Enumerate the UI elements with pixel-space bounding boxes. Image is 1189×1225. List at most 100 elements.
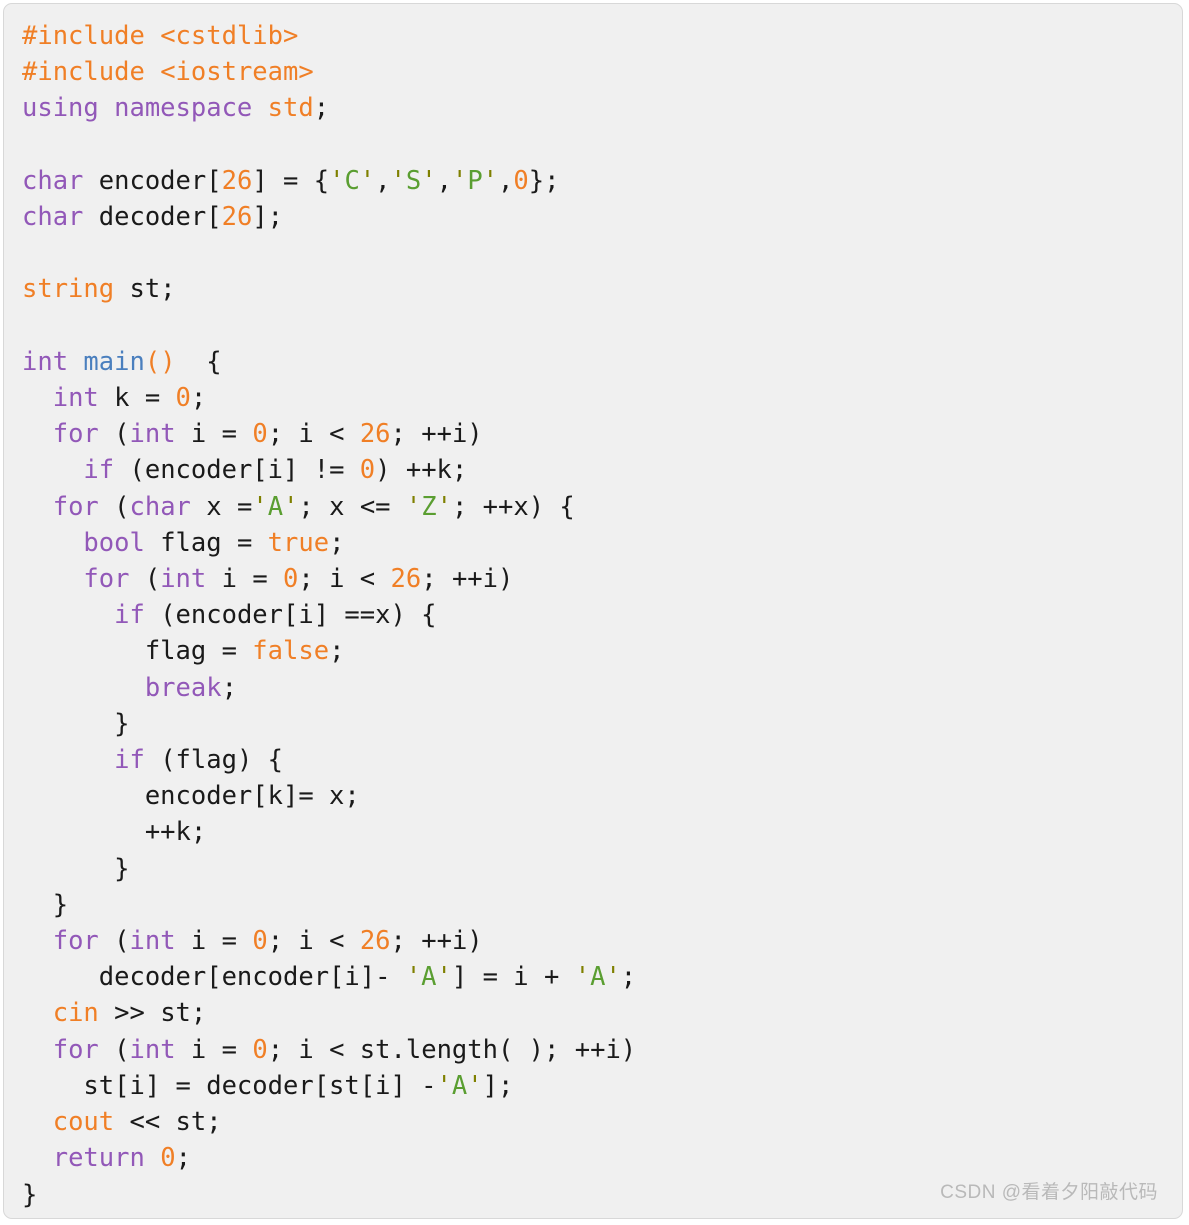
code-token-num: 0 bbox=[252, 926, 268, 957]
code-token-chrv: C bbox=[344, 165, 360, 196]
code-line: cin >> st; bbox=[22, 995, 1182, 1031]
code-line: } bbox=[22, 706, 1182, 742]
code-token-txt: ; bbox=[329, 636, 345, 667]
code-token-txt: ; i < st.length( ); ++i) bbox=[267, 1034, 637, 1065]
code-token-kw: for bbox=[52, 1034, 99, 1065]
code-token-txt: ; bbox=[221, 672, 237, 703]
code-block[interactable]: #include <cstdlib> #include <iostream> u… bbox=[4, 4, 1182, 1213]
code-line: for (int i = 0; i < 26; ++i) bbox=[22, 923, 1182, 959]
code-token-chr: ' bbox=[405, 962, 422, 993]
code-token-txt: } bbox=[22, 853, 130, 884]
watermark: CSDN @看着夕阳敲代码 bbox=[940, 1182, 1158, 1203]
code-token-num: 0 bbox=[252, 419, 268, 450]
code-token-txt: ] = i + bbox=[451, 962, 575, 993]
code-line: if (encoder[i] != 0) ++k; bbox=[22, 452, 1182, 488]
code-token-txt: ]; bbox=[482, 1070, 514, 1101]
code-token-txt: (encoder[i] ==x) { bbox=[144, 600, 437, 631]
code-token-chr: ' bbox=[329, 165, 345, 196]
code-token-txt: ; bbox=[190, 383, 207, 414]
code-line: flag = false; bbox=[22, 633, 1182, 669]
code-token-kw: int bbox=[129, 419, 176, 450]
code-token-kw: for bbox=[83, 564, 130, 595]
code-token-txt: ( bbox=[98, 926, 130, 957]
code-token-txt: x = bbox=[190, 491, 253, 522]
code-token-chr: ' bbox=[436, 491, 452, 522]
code-token-chrv: P bbox=[467, 165, 483, 196]
code-token-inc: <iostream> bbox=[160, 57, 314, 88]
code-token-chr: ' bbox=[252, 491, 268, 522]
code-line: char decoder[26]; bbox=[22, 199, 1182, 235]
code-token-kw: char bbox=[22, 165, 84, 196]
code-token-txt: ; x <= bbox=[298, 491, 406, 522]
code-token-chrv: A bbox=[451, 1070, 468, 1101]
code-token-chrv: A bbox=[421, 962, 437, 993]
code-token-txt: decoder[ bbox=[83, 202, 222, 233]
code-token-num: 26 bbox=[359, 926, 391, 957]
code-token-txt: encoder[k]= x; bbox=[22, 781, 360, 812]
code-token-txt: st; bbox=[114, 274, 176, 305]
code-token-num: 26 bbox=[359, 419, 391, 450]
code-line: using namespace std; bbox=[22, 90, 1182, 126]
code-token-kw: for bbox=[52, 926, 99, 957]
code-line: for (int i = 0; i < 26; ++i) bbox=[22, 416, 1182, 452]
code-token-kw: char bbox=[129, 491, 191, 522]
code-token-chr: ' bbox=[467, 1070, 483, 1101]
code-token-txt: ++k; bbox=[22, 817, 207, 848]
code-token-chrv: A bbox=[590, 962, 606, 993]
code-token-txt: } bbox=[22, 1179, 38, 1210]
code-token-type: string bbox=[22, 274, 115, 305]
code-line: for (int i = 0; i < st.length( ); ++i) bbox=[22, 1032, 1182, 1068]
code-token-fn: main bbox=[83, 346, 145, 377]
code-line: char encoder[26] = {'C','S','P',0}; bbox=[22, 163, 1182, 199]
code-token-kw: for bbox=[52, 419, 99, 450]
code-token-txt: (encoder[i] != bbox=[114, 455, 360, 486]
code-line: if (encoder[i] ==x) { bbox=[22, 597, 1182, 633]
code-token-chr: ' bbox=[390, 165, 406, 196]
code-token-chrv: A bbox=[267, 491, 284, 522]
code-line: } bbox=[22, 851, 1182, 887]
code-token-txt: >> st; bbox=[98, 998, 207, 1029]
code-line: if (flag) { bbox=[22, 742, 1182, 778]
code-token-chrv: Z bbox=[421, 491, 437, 522]
code-token-kw: if bbox=[83, 455, 115, 486]
code-line: for (char x ='A'; x <= 'Z'; ++x) { bbox=[22, 489, 1182, 525]
code-token-kw: for bbox=[52, 491, 99, 522]
code-token-num: 26 bbox=[390, 564, 422, 595]
code-token-txt: ; bbox=[175, 1143, 191, 1174]
code-line: for (int i = 0; i < 26; ++i) bbox=[22, 561, 1182, 597]
code-token-kw: int bbox=[22, 346, 69, 377]
code-token-inc: <cstdlib> bbox=[160, 21, 299, 51]
code-card: #include <cstdlib> #include <iostream> u… bbox=[3, 3, 1183, 1219]
code-token-txt: }; bbox=[528, 165, 560, 196]
code-line: encoder[k]= x; bbox=[22, 778, 1182, 814]
code-token-chr: ' bbox=[436, 1070, 452, 1101]
code-token-num: 0 bbox=[359, 455, 376, 486]
code-token-txt: , bbox=[498, 165, 514, 196]
code-token-txt: ] = { bbox=[252, 165, 330, 196]
code-token-txt: ; ++x) { bbox=[451, 491, 575, 522]
code-token-txt: i = bbox=[175, 419, 253, 450]
code-token-kw: using namespace bbox=[22, 93, 253, 124]
code-token-txt: ( bbox=[98, 491, 130, 522]
code-token-txt: ; bbox=[313, 93, 330, 124]
code-token-txt: { bbox=[175, 346, 222, 377]
code-token-txt: i = bbox=[206, 564, 284, 595]
code-token-txt: ( bbox=[98, 419, 130, 450]
code-token-num: 0 bbox=[175, 383, 191, 414]
code-line: int k = 0; bbox=[22, 380, 1182, 416]
code-token-txt: ; i < bbox=[267, 926, 360, 957]
